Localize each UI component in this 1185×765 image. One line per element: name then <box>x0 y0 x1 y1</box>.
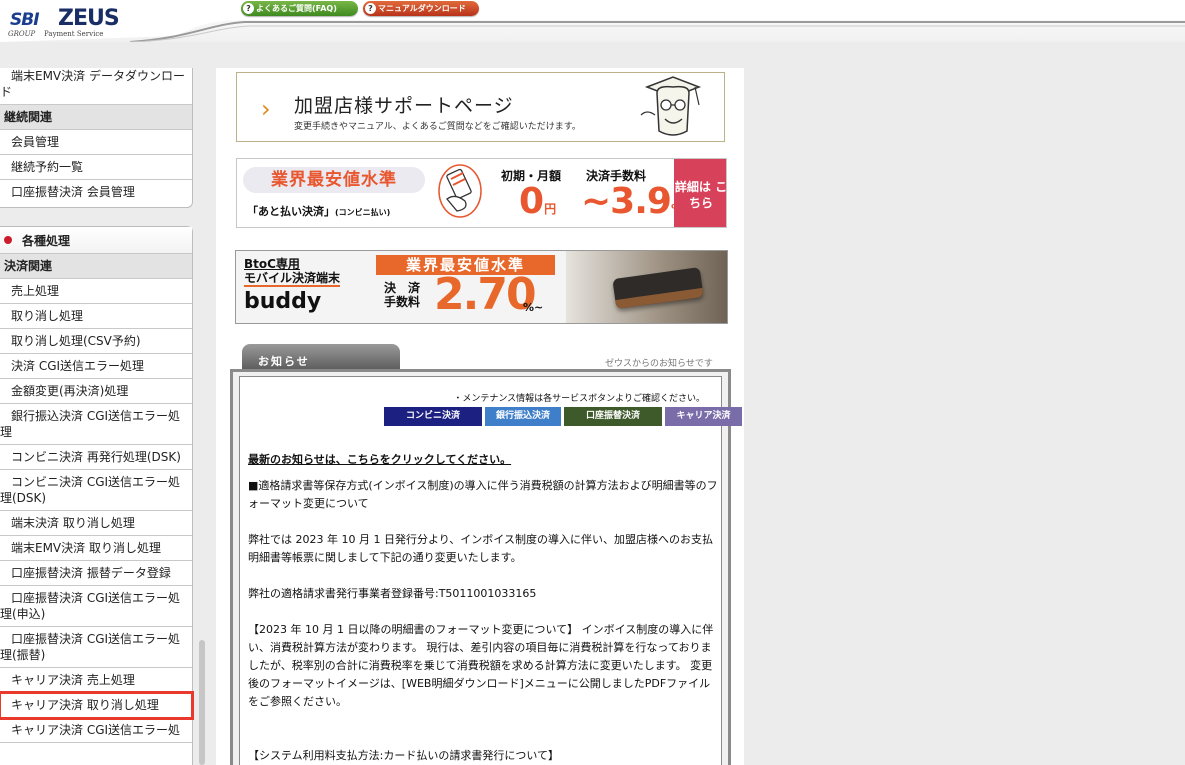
buddy-rate: 2.70 <box>434 269 537 320</box>
fee-value-initial-unit: 円 <box>544 202 557 216</box>
sidebar-item-member[interactable]: 会員管理 <box>0 130 192 155</box>
logo-sbi: SBI <box>10 10 40 30</box>
mascot-icon <box>640 76 702 136</box>
atobarai-banner[interactable]: 業界最安値水準 「あと払い決済」(コンビニ払い) 初期・月額 決済手数料 0円 … <box>236 158 727 228</box>
faq-button[interactable]: ? よくあるご質問(FAQ) <box>241 1 358 16</box>
sidebar-item[interactable]: 端末EMV決済 データダウンロード <box>0 68 192 105</box>
faq-button-label: よくあるご質問(FAQ) <box>256 4 337 13</box>
scrollbar-thumb[interactable] <box>199 640 205 765</box>
sidebar-item-reservations[interactable]: 継続予約一覧 <box>0 155 192 180</box>
atobarai-badge: 業界最安値水準 <box>243 167 425 193</box>
sidebar-item-cancel[interactable]: 取り消し処理 <box>0 304 192 329</box>
buddy-btoc: BtoC専用 <box>244 257 300 271</box>
sidebar-item-terminal-cancel[interactable]: 端末決済 取り消し処理 <box>0 511 192 536</box>
buddy-rate-unit: %~ <box>523 301 544 314</box>
manual-button-label: マニュアルダウンロード <box>378 4 466 13</box>
news-from: ゼウスからのお知らせです <box>605 359 713 369</box>
header: SBI ZEUS GROUP Payment Service ? よくあるご質問… <box>0 0 1185 42</box>
sidebar-item-cvs-reissue[interactable]: コンビニ決済 再発行処理(DSK) <box>0 445 192 470</box>
buddy-name: buddy <box>244 289 322 314</box>
fee-value-rate-num: ~3.9 <box>581 181 672 222</box>
sidebar-category-payment: 決済関連 <box>0 254 192 279</box>
sidebar-item-cvs-cgi-error[interactable]: コンビニ決済 CGI送信エラー処理(DSK) <box>0 470 192 511</box>
sidebar-menu-processing: 各種処理 決済関連 売上処理 取り消し処理 取り消し処理(CSV予約) 決済 C… <box>0 226 194 765</box>
logo[interactable]: SBI ZEUS GROUP Payment Service <box>8 4 128 38</box>
service-button-carrier[interactable]: キャリア決済 <box>665 407 742 426</box>
news-paragraph: 弊社の適格請求書発行事業者登録番号:T5011001033165 <box>248 587 537 600</box>
fee-value-initial: 0円 <box>519 181 556 222</box>
section-title-label: 各種処理 <box>22 234 71 248</box>
maintenance-note: ・メンテナンス情報は各サービスボタンよりご確認ください。 <box>453 394 705 404</box>
news-content: ・メンテナンス情報は各サービスボタンよりご確認ください。 コンビニ決済 銀行振込… <box>239 376 742 765</box>
news-paragraph: ■適格請求書等保存方式(インボイス制度)の導入に伴う消費税額の計算方法および明細… <box>248 479 718 510</box>
sidebar-item-transfer-data[interactable]: 口座振替決済 振替データ登録 <box>0 561 192 586</box>
sidebar-category-continuous: 継続関連 <box>0 105 192 130</box>
sidebar-item-transfer-cgi-apply[interactable]: 口座振替決済 CGI送信エラー処理(申込) <box>0 586 192 627</box>
logo-zeus: ZEUS <box>58 6 120 31</box>
logo-payment: Payment Service <box>44 30 104 38</box>
details-button[interactable]: 詳細は こちら <box>674 159 726 227</box>
buddy-mobile: モバイル決済端末 <box>244 271 341 287</box>
atobarai-label-main: 「あと払い決済」 <box>247 205 335 218</box>
bullet-icon <box>4 236 12 244</box>
chevron-right-icon: › <box>261 95 271 123</box>
main-content: › 加盟店様サポートページ 変更手続きやマニュアル、よくあるご質問などをご確認い… <box>216 68 744 765</box>
sidebar-item-carrier-cancel[interactable]: キャリア決済 取り消し処理 <box>0 691 194 720</box>
support-page-banner[interactable]: › 加盟店様サポートページ 変更手続きやマニュアル、よくあるご質問などをご確認い… <box>236 72 725 142</box>
sidebar-item-cancel-csv[interactable]: 取り消し処理(CSV予約) <box>0 329 192 354</box>
sidebar-item-carrier-sales[interactable]: キャリア決済 売上処理 <box>0 668 192 693</box>
header-curve <box>0 0 1185 42</box>
sidebar-section-title: 各種処理 <box>0 227 192 254</box>
sidebar-item-bank-cgi-error[interactable]: 銀行振込決済 CGI送信エラー処理 <box>0 404 192 445</box>
buddy-fee-label: 決 済 手数料 <box>383 281 420 309</box>
sidebar-item-amount-change[interactable]: 金額変更(再決済)処理 <box>0 379 192 404</box>
service-button-cvs[interactable]: コンビニ決済 <box>384 407 482 426</box>
fee-value-rate: ~3.9% <box>581 181 683 222</box>
logo-group: GROUP <box>8 30 36 38</box>
sidebar-item-transfer-cgi-transfer[interactable]: 口座振替決済 CGI送信エラー処理(振替) <box>0 627 192 668</box>
fee-value-initial-num: 0 <box>519 181 545 222</box>
atobarai-label: 「あと払い決済」(コンビニ払い) <box>247 203 390 219</box>
question-icon: ? <box>243 3 254 14</box>
sidebar-menu-upper: 端末EMV決済 データダウンロード 継続関連 会員管理 継続予約一覧 口座振替決… <box>0 68 193 208</box>
latest-news-link[interactable]: 最新のお知らせは、こちらをクリックしてください。 <box>248 451 511 467</box>
support-title: 加盟店様サポートページ <box>294 95 514 117</box>
page: SBI ZEUS GROUP Payment Service ? よくあるご質問… <box>0 0 1185 765</box>
sidebar-item-cgi-error[interactable]: 決済 CGI送信エラー処理 <box>0 354 192 379</box>
news-paragraph: 【システム利用料支払方法:カード払いの請求書発行について】 <box>248 749 560 762</box>
sidebar: 端末EMV決済 データダウンロード 継続関連 会員管理 継続予約一覧 口座振替決… <box>0 68 196 765</box>
service-button-transfer[interactable]: 口座振替決済 <box>564 407 662 426</box>
buddy-banner[interactable]: BtoC専用 モバイル決済端末 buddy 業界最安値水準 決 済 手数料 2.… <box>235 250 728 324</box>
service-buttons: コンビニ決済 銀行振込決済 口座振替決済 キャリア決済 <box>384 407 745 426</box>
sidebar-item-carrier-cgi-error[interactable]: キャリア決済 CGI送信エラー処 <box>0 718 192 743</box>
news-paragraph: 弊社では 2023 年 10 月 1 日発行分より、インボイス制度の導入に伴い、… <box>248 533 713 564</box>
news-panel: ・メンテナンス情報は各サービスボタンよりご確認ください。 コンビニ決済 銀行振込… <box>230 369 742 765</box>
sidebar-item-account-member[interactable]: 口座振替決済 会員管理 <box>0 180 192 204</box>
news-paragraph: 【2023 年 10 月 1 日以降の明細書のフォーマット変更について】 インボ… <box>248 623 714 708</box>
question-icon: ? <box>365 3 376 14</box>
support-subtitle: 変更手続きやマニュアル、よくあるご質問などをご確認いただけます。 <box>294 122 581 132</box>
manual-download-button[interactable]: ? マニュアルダウンロード <box>363 1 479 16</box>
news-tab: お知らせ <box>242 344 400 370</box>
payment-hand-icon <box>438 164 482 218</box>
sidebar-item-emv-cancel[interactable]: 端末EMV決済 取り消し処理 <box>0 536 192 561</box>
service-button-bank[interactable]: 銀行振込決済 <box>485 407 561 426</box>
atobarai-label-small: (コンビニ払い) <box>335 208 391 217</box>
sidebar-item-sales[interactable]: 売上処理 <box>0 279 192 304</box>
